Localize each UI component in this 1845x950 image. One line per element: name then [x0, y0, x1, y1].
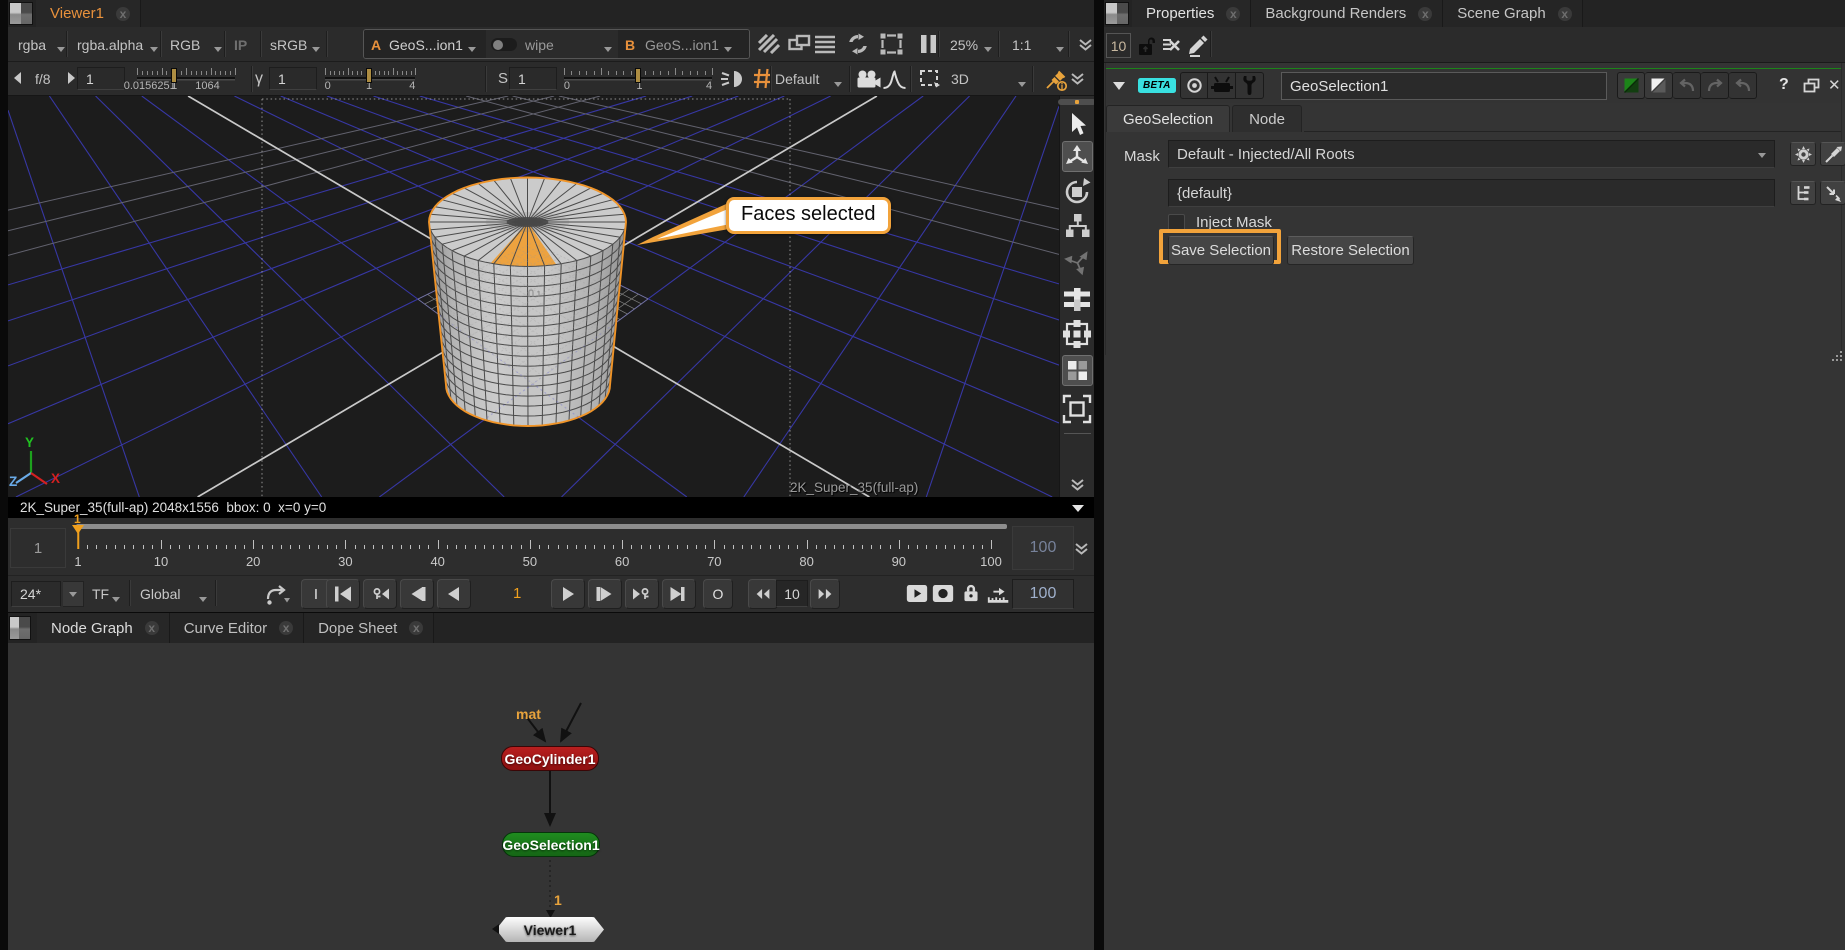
- svg-text:X: X: [51, 471, 60, 486]
- svg-text:1: 1: [554, 892, 562, 908]
- svg-text:i: i: [1061, 81, 1064, 91]
- svg-text:Z: Z: [9, 474, 17, 489]
- svg-text:Y: Y: [25, 435, 34, 450]
- svg-text:mat: mat: [516, 706, 541, 722]
